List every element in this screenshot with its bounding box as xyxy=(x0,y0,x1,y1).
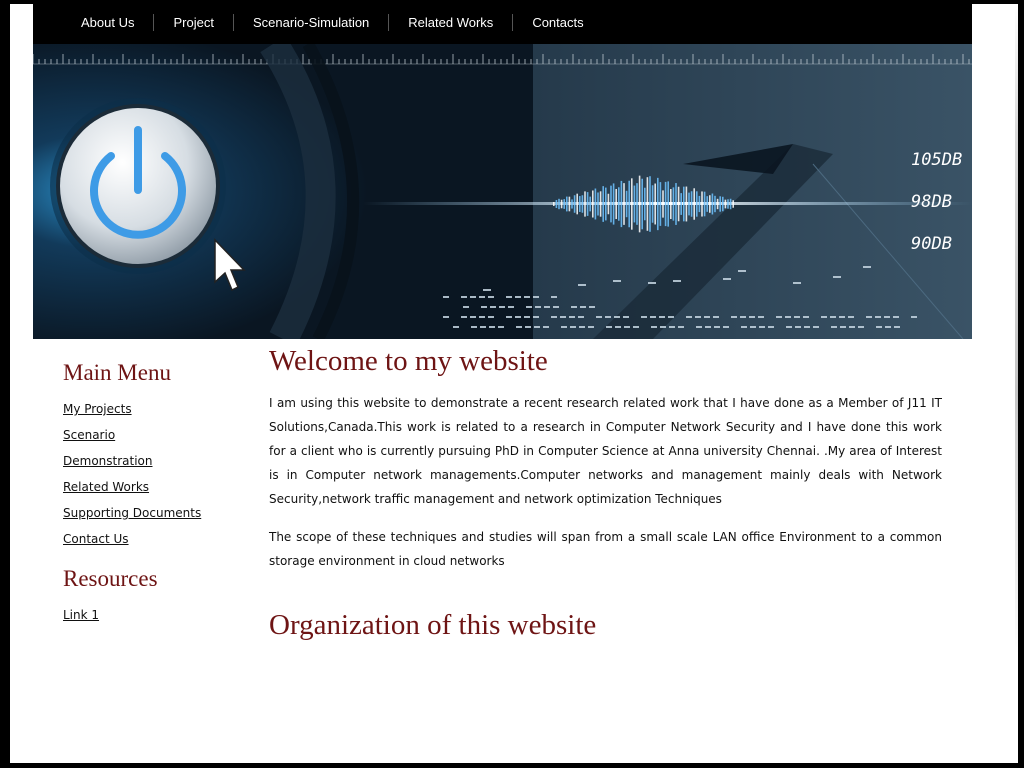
organization-heading: Organization of this website xyxy=(269,609,597,641)
page-title: Welcome to my website xyxy=(269,345,548,377)
resources-title: Resources xyxy=(63,566,158,591)
sidebar: Main Menu My Projects Scenario Demonstra… xyxy=(63,360,253,634)
sidebar-link-supporting-documents[interactable]: Supporting Documents xyxy=(63,506,253,520)
sidebar-link-my-projects[interactable]: My Projects xyxy=(63,402,253,416)
nav-project[interactable]: Project xyxy=(154,15,232,30)
readout-1: 105DB xyxy=(911,150,962,170)
nav-about-us[interactable]: About Us xyxy=(33,15,153,30)
sidebar-link-related-works[interactable]: Related Works xyxy=(63,480,253,494)
scope-paragraph: The scope of these techniques and studie… xyxy=(269,530,942,568)
nav-related-works[interactable]: Related Works xyxy=(389,15,512,30)
nav-contacts[interactable]: Contacts xyxy=(513,15,602,30)
sidebar-link-contact-us[interactable]: Contact Us xyxy=(63,532,253,546)
sidebar-link-scenario[interactable]: Scenario xyxy=(63,428,253,442)
right-edge-shadow xyxy=(1015,4,1018,763)
header-banner: 105DB 98DB 90DB xyxy=(33,44,972,339)
readout-3: 90DB xyxy=(911,234,952,254)
intro-paragraph: I am using this website to demonstrate a… xyxy=(269,396,942,506)
readout-2: 98DB xyxy=(911,192,952,212)
sidebar-link-link-1[interactable]: Link 1 xyxy=(63,608,253,622)
nav-scenario-simulation[interactable]: Scenario-Simulation xyxy=(234,15,388,30)
banner-artwork: 105DB 98DB 90DB xyxy=(33,44,972,339)
main-menu-title: Main Menu xyxy=(63,360,171,385)
power-icon xyxy=(50,98,226,274)
top-navigation: About Us Project Scenario-Simulation Rel… xyxy=(33,0,972,44)
sidebar-link-demonstration[interactable]: Demonstration xyxy=(63,454,253,468)
main-content: Welcome to my website I am using this we… xyxy=(269,345,942,642)
